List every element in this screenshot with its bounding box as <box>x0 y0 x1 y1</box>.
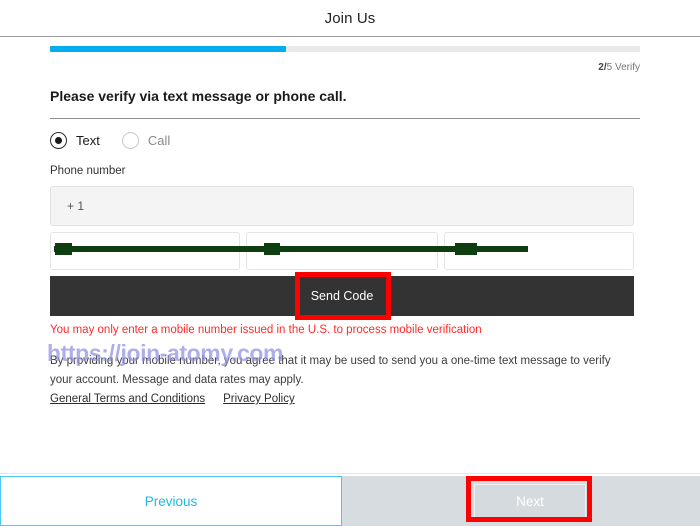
next-button-label: Next <box>516 493 544 509</box>
radio-option-text[interactable]: Text <box>50 132 100 149</box>
send-code-button[interactable]: Send Code <box>50 276 634 316</box>
radio-label-text: Text <box>76 133 100 148</box>
phone-prefix-input[interactable] <box>246 232 438 270</box>
previous-button-label: Previous <box>144 493 198 509</box>
phone-number-label: Phone number <box>50 165 126 177</box>
phone-line-number-input[interactable] <box>444 232 634 270</box>
step-label: Verify <box>614 62 640 73</box>
next-button-area: Next <box>342 476 700 526</box>
phone-area-code-input[interactable] <box>50 232 240 270</box>
verification-method-group: Text Call <box>50 132 170 149</box>
next-button[interactable]: Next <box>474 484 586 518</box>
radio-label-call: Call <box>147 133 171 148</box>
radio-unselected-icon[interactable] <box>121 132 139 149</box>
consent-text: By providing your mobile number, you agr… <box>50 355 611 386</box>
link-general-terms[interactable]: General Terms and Conditions <box>50 393 205 405</box>
page-header: Join Us <box>0 0 700 36</box>
footer-divider <box>0 473 700 474</box>
verify-prompt: Please verify via text message or phone … <box>50 88 347 104</box>
progress-bar-track <box>50 46 640 52</box>
legal-links: General Terms and Conditions Privacy Pol… <box>50 393 295 405</box>
radio-option-call[interactable]: Call <box>121 132 171 149</box>
send-code-label: Send Code <box>310 289 374 303</box>
step-indicator: 2/5 Verify <box>598 62 640 73</box>
footer-nav: Previous Next <box>0 476 700 526</box>
header-divider <box>0 36 700 37</box>
error-message: You may only enter a mobile number issue… <box>50 324 482 336</box>
join-us-page: Join Us 2/5 Verify Please verify via tex… <box>0 0 700 526</box>
previous-button[interactable]: Previous <box>0 476 342 526</box>
page-title: Join Us <box>324 9 376 27</box>
radio-selected-icon[interactable] <box>50 132 67 149</box>
country-code-field[interactable]: + 1 <box>50 186 634 226</box>
link-privacy-policy[interactable]: Privacy Policy <box>223 393 295 405</box>
phone-number-inputs <box>50 232 634 270</box>
progress-bar-fill <box>50 46 286 52</box>
step-total: 5 <box>606 62 613 73</box>
prompt-divider <box>50 118 640 119</box>
